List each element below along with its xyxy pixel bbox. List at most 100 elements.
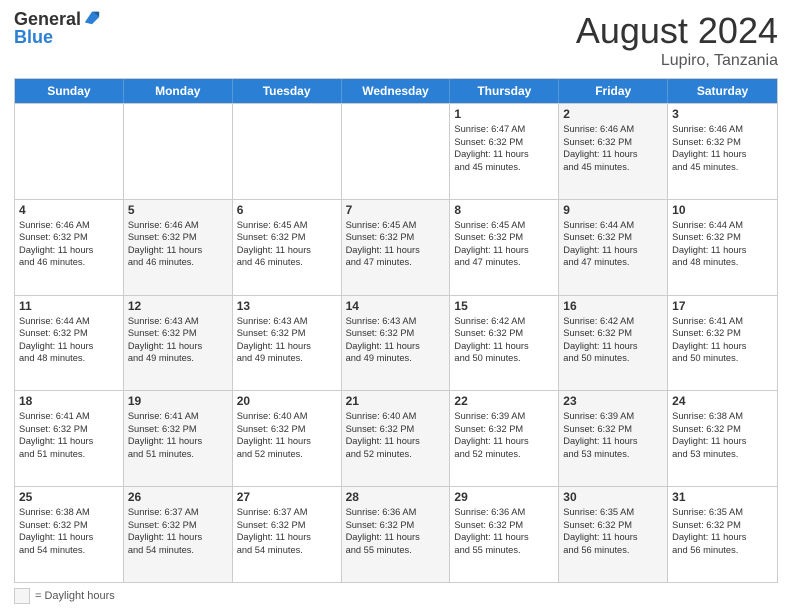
cell-info-line: Sunset: 6:32 PM [563, 231, 663, 244]
cell-info-line: Sunrise: 6:44 AM [19, 315, 119, 328]
day-number: 20 [237, 394, 337, 408]
location: Lupiro, Tanzania [576, 52, 778, 70]
cell-info-line: Sunrise: 6:37 AM [128, 506, 228, 519]
calendar-body: 1Sunrise: 6:47 AMSunset: 6:32 PMDaylight… [15, 103, 777, 582]
title-area: August 2024 Lupiro, Tanzania [576, 10, 778, 70]
day-number: 29 [454, 490, 554, 504]
cell-info-line: Sunset: 6:32 PM [19, 231, 119, 244]
day-cell-8: 8Sunrise: 6:45 AMSunset: 6:32 PMDaylight… [450, 200, 559, 295]
cell-info-line: Daylight: 11 hours [128, 531, 228, 544]
calendar-row-5: 25Sunrise: 6:38 AMSunset: 6:32 PMDayligh… [15, 486, 777, 582]
cell-info-line: Daylight: 11 hours [19, 435, 119, 448]
day-number: 8 [454, 203, 554, 217]
cell-info-line: Sunset: 6:32 PM [128, 519, 228, 532]
cell-info-line: Daylight: 11 hours [128, 340, 228, 353]
cell-info-line: Sunrise: 6:44 AM [672, 219, 773, 232]
cell-info-line: Sunset: 6:32 PM [19, 423, 119, 436]
cell-info-line: and 49 minutes. [128, 352, 228, 365]
day-number: 17 [672, 299, 773, 313]
day-cell-16: 16Sunrise: 6:42 AMSunset: 6:32 PMDayligh… [559, 296, 668, 391]
day-cell-13: 13Sunrise: 6:43 AMSunset: 6:32 PMDayligh… [233, 296, 342, 391]
day-number: 18 [19, 394, 119, 408]
cell-info-line: Sunrise: 6:40 AM [237, 410, 337, 423]
empty-cell-0-0 [15, 104, 124, 199]
cell-info-line: Daylight: 11 hours [237, 531, 337, 544]
day-cell-27: 27Sunrise: 6:37 AMSunset: 6:32 PMDayligh… [233, 487, 342, 582]
day-cell-17: 17Sunrise: 6:41 AMSunset: 6:32 PMDayligh… [668, 296, 777, 391]
logo-blue: Blue [14, 28, 101, 46]
day-number: 1 [454, 107, 554, 121]
cell-info-line: Daylight: 11 hours [19, 340, 119, 353]
day-number: 4 [19, 203, 119, 217]
cell-info-line: Sunrise: 6:45 AM [237, 219, 337, 232]
day-cell-7: 7Sunrise: 6:45 AMSunset: 6:32 PMDaylight… [342, 200, 451, 295]
cell-info-line: Sunrise: 6:39 AM [454, 410, 554, 423]
cell-info-line: Sunset: 6:32 PM [237, 231, 337, 244]
cell-info-line: Sunrise: 6:43 AM [128, 315, 228, 328]
cell-info-line: Sunset: 6:32 PM [128, 423, 228, 436]
cell-info-line: Sunrise: 6:41 AM [128, 410, 228, 423]
cell-info-line: Sunset: 6:32 PM [128, 327, 228, 340]
day-number: 15 [454, 299, 554, 313]
cell-info-line: and 46 minutes. [237, 256, 337, 269]
day-number: 16 [563, 299, 663, 313]
cell-info-line: Sunrise: 6:35 AM [563, 506, 663, 519]
cell-info-line: Daylight: 11 hours [563, 340, 663, 353]
cell-info-line: Sunrise: 6:39 AM [563, 410, 663, 423]
cell-info-line: and 49 minutes. [237, 352, 337, 365]
cell-info-line: and 55 minutes. [346, 544, 446, 557]
month-title: August 2024 [576, 10, 778, 52]
cell-info-line: Daylight: 11 hours [563, 531, 663, 544]
cell-info-line: Daylight: 11 hours [454, 244, 554, 257]
cell-info-line: and 55 minutes. [454, 544, 554, 557]
cell-info-line: and 54 minutes. [19, 544, 119, 557]
day-cell-24: 24Sunrise: 6:38 AMSunset: 6:32 PMDayligh… [668, 391, 777, 486]
header-day-wednesday: Wednesday [342, 79, 451, 103]
cell-info-line: Daylight: 11 hours [237, 244, 337, 257]
cell-info-line: Sunset: 6:32 PM [672, 231, 773, 244]
day-number: 11 [19, 299, 119, 313]
day-cell-21: 21Sunrise: 6:40 AMSunset: 6:32 PMDayligh… [342, 391, 451, 486]
cell-info-line: and 50 minutes. [454, 352, 554, 365]
calendar-row-3: 11Sunrise: 6:44 AMSunset: 6:32 PMDayligh… [15, 295, 777, 391]
logo-general: General [14, 10, 81, 28]
cell-info-line: Sunrise: 6:36 AM [346, 506, 446, 519]
cell-info-line: Sunset: 6:32 PM [346, 231, 446, 244]
day-cell-30: 30Sunrise: 6:35 AMSunset: 6:32 PMDayligh… [559, 487, 668, 582]
day-cell-22: 22Sunrise: 6:39 AMSunset: 6:32 PMDayligh… [450, 391, 559, 486]
header-day-saturday: Saturday [668, 79, 777, 103]
cell-info-line: Daylight: 11 hours [346, 244, 446, 257]
cell-info-line: Sunrise: 6:44 AM [563, 219, 663, 232]
day-cell-19: 19Sunrise: 6:41 AMSunset: 6:32 PMDayligh… [124, 391, 233, 486]
day-number: 21 [346, 394, 446, 408]
cell-info-line: Daylight: 11 hours [237, 435, 337, 448]
day-cell-11: 11Sunrise: 6:44 AMSunset: 6:32 PMDayligh… [15, 296, 124, 391]
day-number: 31 [672, 490, 773, 504]
day-number: 27 [237, 490, 337, 504]
cell-info-line: and 52 minutes. [454, 448, 554, 461]
legend-label: = Daylight hours [35, 590, 115, 602]
logo-text: General Blue [14, 10, 101, 46]
cell-info-line: and 54 minutes. [128, 544, 228, 557]
day-cell-2: 2Sunrise: 6:46 AMSunset: 6:32 PMDaylight… [559, 104, 668, 199]
calendar-row-2: 4Sunrise: 6:46 AMSunset: 6:32 PMDaylight… [15, 199, 777, 295]
header-day-thursday: Thursday [450, 79, 559, 103]
day-cell-28: 28Sunrise: 6:36 AMSunset: 6:32 PMDayligh… [342, 487, 451, 582]
cell-info-line: Sunrise: 6:42 AM [563, 315, 663, 328]
cell-info-line: and 45 minutes. [672, 161, 773, 174]
cell-info-line: Sunset: 6:32 PM [454, 423, 554, 436]
day-number: 19 [128, 394, 228, 408]
header-day-monday: Monday [124, 79, 233, 103]
cell-info-line: Sunrise: 6:45 AM [454, 219, 554, 232]
day-number: 26 [128, 490, 228, 504]
cell-info-line: and 47 minutes. [346, 256, 446, 269]
cell-info-line: Sunrise: 6:43 AM [346, 315, 446, 328]
calendar-header: SundayMondayTuesdayWednesdayThursdayFrid… [15, 79, 777, 103]
cell-info-line: Sunset: 6:32 PM [454, 327, 554, 340]
cell-info-line: and 52 minutes. [346, 448, 446, 461]
cell-info-line: Daylight: 11 hours [672, 340, 773, 353]
cell-info-line: and 45 minutes. [563, 161, 663, 174]
day-number: 25 [19, 490, 119, 504]
legend-box [14, 588, 30, 604]
cell-info-line: Sunrise: 6:43 AM [237, 315, 337, 328]
